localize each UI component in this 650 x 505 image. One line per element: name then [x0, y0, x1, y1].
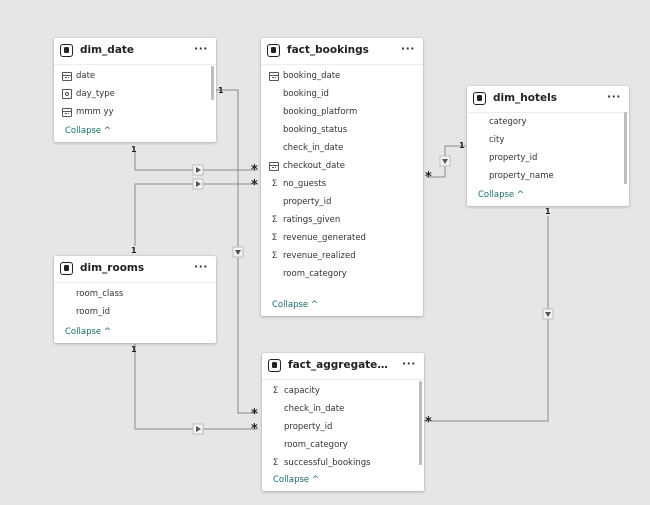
table-card-dim-date[interactable]: dim_date ··· date day_type mmm yy Collap…	[54, 38, 216, 142]
field-name: booking_id	[283, 89, 329, 99]
scrollbar[interactable]	[419, 381, 422, 465]
field-name: property_id	[283, 197, 332, 207]
table-card-dim-rooms[interactable]: dim_rooms ··· room_class room_id Collaps…	[54, 256, 216, 343]
field-name: revenue_realized	[283, 251, 356, 261]
field-name: check_in_date	[283, 143, 344, 153]
table-card-fact-aggregated-bookings[interactable]: fact_aggregated_booki... ··· Σ capacity …	[262, 353, 424, 491]
cardinality-many: *	[251, 407, 258, 422]
table-title: dim_rooms	[80, 262, 145, 274]
sum-icon: Σ	[271, 215, 278, 225]
field-name: city	[489, 135, 505, 145]
more-options-button[interactable]: ···	[607, 90, 621, 103]
table-icon	[473, 92, 486, 105]
field-name: property_id	[284, 422, 333, 432]
table-title: dim_hotels	[493, 92, 557, 104]
field-name: room_class	[76, 289, 124, 299]
cardinality-many: *	[251, 178, 258, 193]
field-name: category	[489, 117, 527, 127]
more-options-button[interactable]: ···	[402, 357, 416, 370]
sum-icon: Σ	[272, 458, 279, 468]
table-title: dim_date	[80, 44, 135, 56]
sum-icon: Σ	[271, 251, 278, 261]
relationship-line	[424, 216, 549, 422]
table-icon	[268, 359, 281, 372]
relationship-line	[134, 344, 258, 430]
calendar-icon	[62, 72, 72, 81]
collapse-link[interactable]: Collapse ^	[273, 475, 319, 485]
field-name: no_guests	[283, 179, 327, 189]
field-name: check_in_date	[284, 404, 345, 414]
cardinality-one: 1	[459, 141, 465, 150]
collapse-link[interactable]: Collapse ^	[65, 126, 111, 136]
field-name: checkout_date	[283, 161, 345, 171]
field-name: date	[76, 71, 96, 81]
table-header[interactable]: fact_bookings ···	[261, 38, 423, 65]
calendar-icon	[269, 72, 279, 81]
field-name: day_type	[76, 89, 115, 99]
table-title: fact_bookings	[287, 44, 369, 56]
scrollbar[interactable]	[211, 66, 214, 100]
collapse-link[interactable]: Collapse ^	[478, 190, 524, 200]
collapse-link[interactable]: Collapse ^	[65, 327, 111, 337]
sum-icon: Σ	[271, 233, 278, 243]
cardinality-one: 1	[218, 86, 224, 95]
table-icon	[60, 262, 73, 275]
field-name: property_name	[489, 171, 554, 181]
table-header[interactable]: dim_hotels ···	[467, 86, 629, 113]
field-name: property_id	[489, 153, 538, 163]
more-options-button[interactable]: ···	[194, 260, 208, 273]
table-header[interactable]: dim_date ···	[54, 38, 216, 65]
sum-icon: Σ	[271, 179, 278, 189]
cardinality-one: 1	[131, 246, 137, 255]
relationship-line	[134, 183, 258, 246]
cardinality-one: 1	[131, 145, 137, 154]
field-name: booking_platform	[283, 107, 358, 117]
cardinality-many: *	[425, 415, 432, 430]
field-name: room_category	[283, 269, 347, 279]
collapse-link[interactable]: Collapse ^	[272, 300, 318, 310]
cardinality-one: 1	[545, 207, 551, 216]
calendar-icon	[269, 162, 279, 171]
more-options-button[interactable]: ···	[194, 42, 208, 55]
field-name: room_category	[284, 440, 348, 450]
hierarchy-icon	[62, 89, 72, 99]
model-view-canvas: 1 1 1 1 1 1 * * * * * * dim_date ··· dat…	[0, 0, 650, 505]
field-name: booking_date	[283, 71, 341, 81]
cardinality-many: *	[425, 170, 432, 185]
scrollbar[interactable]	[624, 112, 627, 184]
field-name: booking_status	[283, 125, 348, 135]
table-header[interactable]: fact_aggregated_booki... ···	[262, 353, 424, 380]
sum-icon: Σ	[272, 386, 279, 396]
field-name: mmm yy	[76, 107, 114, 117]
table-card-fact-bookings[interactable]: fact_bookings ··· booking_date booking_i…	[261, 38, 423, 316]
cardinality-one: 1	[131, 345, 137, 354]
table-header[interactable]: dim_rooms ···	[54, 256, 216, 283]
calendar-icon	[62, 108, 72, 117]
table-icon	[267, 44, 280, 57]
table-title: fact_aggregated_booki...	[288, 359, 394, 371]
field-name: successful_bookings	[284, 458, 371, 468]
field-name: ratings_given	[283, 215, 341, 225]
more-options-button[interactable]: ···	[401, 42, 415, 55]
table-card-dim-hotels[interactable]: dim_hotels ··· category city property_id…	[467, 86, 629, 206]
cardinality-many: *	[251, 163, 258, 178]
field-name: room_id	[76, 307, 110, 317]
field-name: revenue_generated	[283, 233, 366, 243]
cardinality-many: *	[251, 422, 258, 437]
table-icon	[60, 44, 73, 57]
field-name: capacity	[284, 386, 320, 396]
